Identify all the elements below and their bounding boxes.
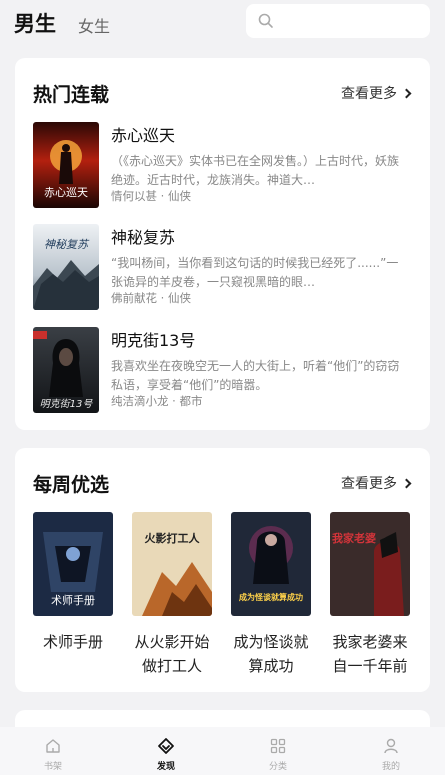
- cover-lettering: 神秘复苏: [44, 238, 90, 251]
- tab-category[interactable]: 分类: [253, 737, 303, 772]
- chevron-right-icon: [401, 478, 412, 489]
- weekly-book-item[interactable]: 术师手册 术师手册: [32, 512, 114, 654]
- book-author-genre: 纯洁滴小龙 · 都市: [111, 394, 203, 408]
- tab-label: 书架: [43, 762, 62, 772]
- weekly-picks-section: 每周优选 查看更多 术师手册 术师手册 火影打工人 从火影开始做打工人 成为怪谈…: [15, 448, 430, 692]
- view-more-button[interactable]: 查看更多: [341, 83, 412, 103]
- profile-icon: [384, 738, 398, 754]
- book-cover: 火影打工人: [132, 512, 212, 616]
- book-description: 我喜欢坐在夜晚空无一人的大街上，听着“他们”的窃窃私语，享受着“他们”的暗嚣。: [111, 359, 400, 392]
- view-more-label: 查看更多: [341, 86, 397, 102]
- section-title: 热门连载: [33, 84, 110, 106]
- book-title: 赤心巡天: [111, 126, 176, 145]
- book-cover: 我家老婆: [330, 512, 410, 616]
- tab-label: 我的: [381, 762, 400, 772]
- book-author-genre: 情何以甚 · 仙侠: [111, 189, 191, 203]
- cover-lettering: 成为怪谈就算成功: [239, 592, 303, 602]
- view-more-button[interactable]: 查看更多: [341, 473, 412, 493]
- book-title: 神秘复苏: [111, 228, 176, 247]
- book-title: 明克街13号: [111, 331, 196, 350]
- book-title: 我家老婆来自一千年前: [332, 633, 408, 675]
- bottom-tab-bar: 书架 发现 分类 我的: [0, 727, 445, 775]
- cover-lettering: 火影打工人: [145, 531, 201, 545]
- book-title: 从火影开始做打工人: [134, 633, 210, 675]
- cover-lettering: 我家老婆: [332, 531, 376, 545]
- search-icon: [258, 13, 273, 28]
- book-title: 术师手册: [42, 633, 103, 651]
- cover-lettering: 明克街13号: [40, 398, 94, 410]
- tab-label: 分类: [268, 762, 287, 772]
- weekly-book-item[interactable]: 我家老婆 我家老婆来自一千年前: [329, 512, 411, 678]
- search-input[interactable]: [246, 4, 430, 38]
- book-cover: 赤心巡天: [33, 122, 99, 208]
- book-cover: 术师手册: [33, 512, 113, 616]
- hot-serial-section: 热门连载 查看更多 赤心巡天 赤心巡天 （《赤心巡天》实体书已在全网发售。）上古…: [15, 58, 430, 430]
- book-title: 成为怪谈就算成功: [233, 633, 309, 675]
- book-description: “我叫杨间，当你看到这句话的时候我已经死了......”一张诡异的羊皮卷，一只窥…: [111, 256, 399, 289]
- top-bar: 男生 女生: [0, 0, 445, 48]
- category-icon: [270, 738, 286, 754]
- section-title: 每周优选: [33, 474, 110, 496]
- tab-label: 发现: [156, 762, 175, 772]
- chevron-right-icon: [401, 88, 412, 99]
- cover-lettering: 赤心巡天: [44, 186, 88, 199]
- book-cover: 神秘复苏: [33, 224, 99, 310]
- book-cover: 明克街13号: [33, 327, 99, 413]
- tab-profile[interactable]: 我的: [366, 737, 416, 772]
- book-item[interactable]: 明克街13号 明克街13号 我喜欢坐在夜晚空无一人的大街上，听着“他们”的窃窃私…: [33, 327, 413, 413]
- tab-bookshelf[interactable]: 书架: [28, 737, 78, 772]
- book-item[interactable]: 神秘复苏 神秘复苏 “我叫杨间，当你看到这句话的时候我已经死了......”一张…: [33, 224, 413, 310]
- weekly-book-item[interactable]: 成为怪谈就算成功 成为怪谈就算成功: [230, 512, 312, 678]
- discover-icon: [158, 738, 174, 754]
- book-author-genre: 佛前献花 · 仙侠: [111, 291, 191, 305]
- cover-lettering: 术师手册: [51, 593, 95, 607]
- weekly-book-item[interactable]: 火影打工人 从火影开始做打工人: [131, 512, 213, 678]
- tab-female[interactable]: 女生: [78, 13, 110, 37]
- view-more-label: 查看更多: [341, 476, 397, 492]
- book-cover: 成为怪谈就算成功: [231, 512, 311, 616]
- book-description: （《赤心巡天》实体书已在全网发售。）上古时代，妖族绝迹。近古时代，龙族消失。神道…: [111, 154, 400, 187]
- tab-male[interactable]: 男生: [14, 8, 56, 38]
- bookshelf-icon: [46, 739, 60, 753]
- tab-discover[interactable]: 发现: [141, 737, 191, 772]
- book-item[interactable]: 赤心巡天 赤心巡天 （《赤心巡天》实体书已在全网发售。）上古时代，妖族绝迹。近古…: [33, 122, 413, 208]
